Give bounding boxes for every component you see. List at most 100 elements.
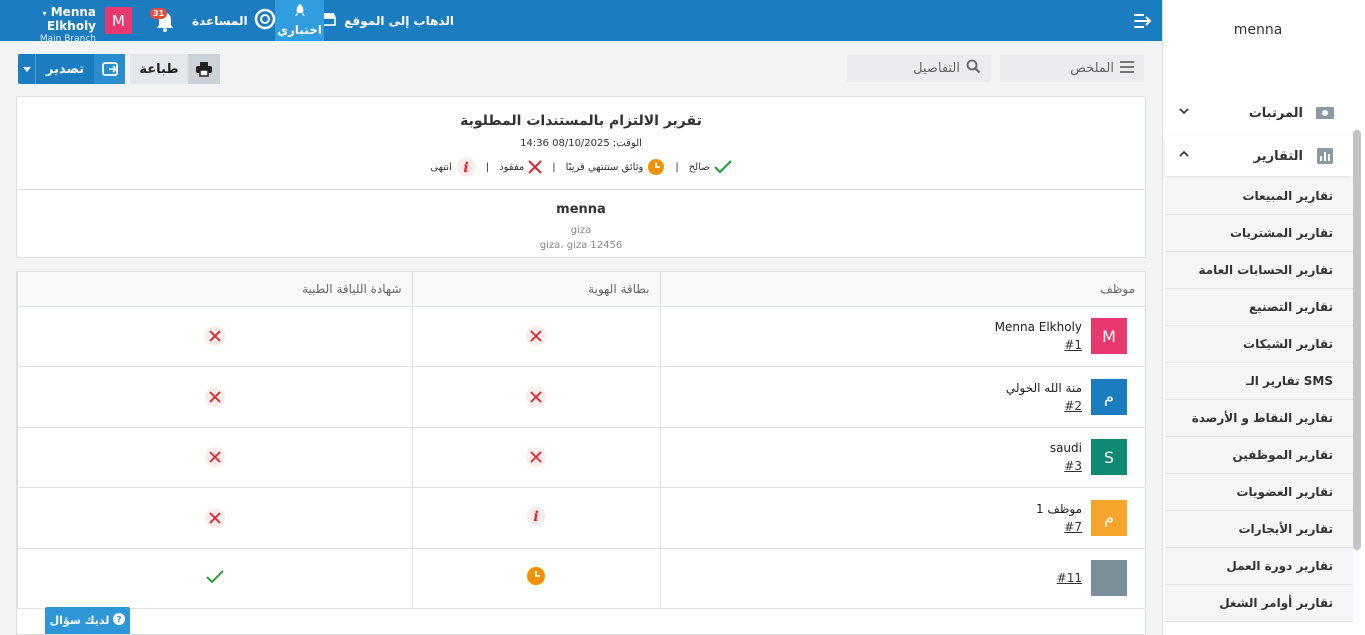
help-widget-label: لديك سؤال — [49, 614, 110, 627]
sidebar-report-item[interactable]: تقارير العضويات — [1165, 474, 1353, 511]
employee-code-link[interactable]: #2 — [1064, 397, 1082, 415]
printer-icon — [188, 54, 220, 84]
missing-x-icon — [526, 386, 546, 407]
user-menu[interactable]: ▾ Menna Elkholy Main Branch — [8, 6, 96, 46]
export-icon — [94, 54, 125, 84]
table-row: #11 — [17, 548, 1145, 609]
fitness-cert-status-cell — [17, 487, 412, 549]
sidebar-report-item[interactable]: تقارير الأيجارات — [1165, 511, 1353, 548]
table-row: Ssaudi #3 — [17, 427, 1145, 488]
missing-x-icon — [526, 326, 546, 347]
employee-avatar: M — [1091, 318, 1127, 355]
question-icon: ? — [113, 613, 126, 628]
fitness-cert-status-cell — [17, 548, 412, 609]
help-widget-button[interactable]: لديك سؤال ? — [45, 607, 130, 634]
tab-summary[interactable]: الملخص — [1000, 55, 1144, 82]
sidebar-report-item[interactable]: تقارير أوامر الشغل — [1165, 585, 1353, 622]
legend-expired-label: انتهى — [430, 161, 452, 173]
tab-details[interactable]: التفاصيل — [847, 55, 991, 82]
sidebar-item-reports-label: التقارير — [1253, 148, 1303, 164]
sidebar-report-item[interactable]: تقارير المشتريات — [1165, 215, 1353, 252]
sidebar-report-item[interactable]: تقارير الـ SMS — [1165, 363, 1353, 400]
id-card-status-cell — [411, 548, 660, 609]
export-button[interactable]: تصدير — [18, 54, 125, 84]
legend-missing-label: مفقود — [499, 161, 525, 173]
valid-check-icon — [206, 570, 224, 584]
divider — [17, 189, 1145, 190]
report-header: تقرير الالتزام بالمستندات المطلوبة الوقت… — [16, 96, 1146, 258]
fitness-cert-status-cell — [17, 306, 412, 367]
print-button[interactable]: طباعة — [130, 54, 220, 84]
legend-valid: صالح — [689, 160, 732, 174]
sidebar-item-reports[interactable]: التقارير — [1165, 136, 1353, 176]
employee-code-link[interactable]: #11 — [1057, 569, 1082, 587]
sidebar-item-payroll[interactable]: المرتبات — [1165, 93, 1353, 133]
missing-x-icon — [204, 507, 225, 528]
expiring-clock-icon — [527, 567, 545, 586]
svg-text:i: i — [463, 160, 468, 176]
employee-cell: م موظف 1 #7 — [659, 487, 1145, 549]
company-name: menna — [556, 202, 606, 217]
employee-code-link[interactable]: #7 — [1064, 518, 1082, 536]
employee-cell: M Menna Elkholy #1 — [659, 306, 1145, 367]
employee-name: Menna Elkholy — [994, 320, 1082, 335]
help-link[interactable]: المساعدة — [192, 0, 276, 41]
sidebar-item-payroll-label: المرتبات — [1248, 105, 1303, 121]
report-title: تقرير الالتزام بالمستندات المطلوبة — [460, 113, 702, 129]
legend-missing: مفقود — [499, 160, 542, 174]
status-legend: صالح | وثائق ستنتهي قريبًا | مفقود | i ا… — [17, 157, 1145, 177]
sidebar-report-item[interactable]: تقارير الموظفين — [1165, 437, 1353, 474]
sidebar-report-item[interactable]: تقارير دورة العمل — [1165, 548, 1353, 585]
tab-details-label: التفاصيل — [913, 61, 960, 76]
user-avatar[interactable]: M — [105, 7, 132, 34]
chevron-up-icon — [1179, 148, 1189, 163]
company-address-line2: giza، giza 12456 — [539, 240, 623, 251]
sidebar-scrollbar[interactable] — [1353, 130, 1361, 550]
sidebar-report-item[interactable]: تقارير الحسابات العامة — [1165, 252, 1353, 289]
header-id-card: بطاقة الهوية — [411, 272, 660, 307]
report-time: الوقت: 08/10/2025 14:36 — [520, 138, 642, 149]
id-card-status-cell: i — [411, 487, 660, 549]
legend-expired: i انتهى — [430, 157, 476, 177]
visit-site-link[interactable]: الذهاب إلى الموقع — [321, 0, 454, 41]
employee-name: موظف 1 — [1035, 501, 1082, 516]
employee-code-link[interactable]: #3 — [1064, 457, 1082, 475]
id-card-status-cell — [411, 306, 660, 367]
compliance-table: موظف بطاقة الهوية شهادة اللياقة الطبية M… — [17, 272, 1145, 609]
fitness-cert-status-cell — [17, 427, 412, 488]
menu-toggle-icon[interactable] — [1124, 0, 1162, 41]
help-label: المساعدة — [192, 13, 248, 28]
id-card-status-cell — [411, 366, 660, 428]
sidebar-report-item[interactable]: تقارير النقاط و الأرصدة — [1165, 400, 1353, 437]
svg-text:?: ? — [117, 616, 122, 626]
test-mode-button[interactable]: اختباري — [275, 0, 324, 41]
sidebar-report-item[interactable]: تقارير الشيكات — [1165, 326, 1353, 363]
rocket-icon — [294, 4, 306, 21]
employee-code-link[interactable]: #1 — [1064, 336, 1082, 354]
top-bar: الذهاب إلى الموقع اختباري المساعدة 31 M … — [0, 0, 1162, 44]
print-label: طباعة — [139, 61, 179, 77]
sidebar-report-item[interactable]: تقارير التصنيع — [1165, 289, 1353, 326]
svg-text:i: i — [533, 509, 538, 525]
expired-info-icon: i — [526, 506, 546, 526]
employee-avatar — [1091, 560, 1127, 597]
sidebar: menna المرتبات التقارير تقارير المبيعات ت… — [1162, 0, 1365, 635]
sidebar-report-item[interactable]: تقارير المبيعات — [1165, 178, 1353, 215]
employee-avatar: م — [1091, 499, 1127, 536]
info-icon: i — [456, 157, 476, 177]
notifications-button[interactable]: 31 — [150, 8, 176, 34]
missing-x-icon — [204, 326, 225, 347]
sidebar-user-name: menna — [1233, 22, 1283, 38]
chevron-down-icon[interactable] — [18, 54, 36, 84]
table-row: M Menna Elkholy #1 — [17, 306, 1145, 367]
employee-name: saudi — [1049, 441, 1082, 456]
money-icon — [1315, 107, 1335, 119]
lifebuoy-icon — [254, 8, 276, 33]
employee-avatar: م — [1091, 378, 1127, 415]
check-icon — [713, 160, 732, 174]
employee-name: منة الله الخولي — [1005, 380, 1082, 395]
missing-x-icon — [204, 386, 225, 407]
missing-x-icon — [204, 447, 225, 468]
company-address-line1: giza — [570, 225, 592, 236]
x-icon — [528, 160, 542, 174]
